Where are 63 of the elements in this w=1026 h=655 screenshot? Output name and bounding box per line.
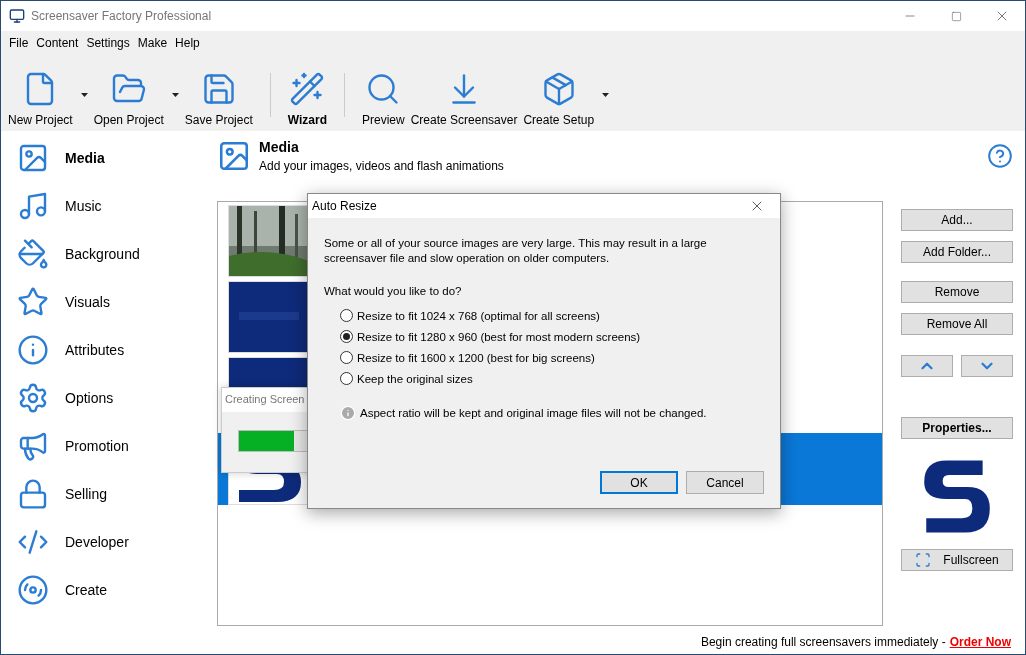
- menu-item[interactable]: Help: [171, 36, 204, 50]
- toolbar-button[interactable]: Open Project: [90, 71, 182, 127]
- caret-icon[interactable]: [80, 93, 88, 97]
- paint-bucket-icon: [17, 238, 49, 270]
- move-up-button[interactable]: [901, 355, 953, 377]
- megaphone-icon: [17, 430, 49, 462]
- radio-option[interactable]: Resize to fit 1600 x 1200 (best for big screens): [340, 351, 764, 364]
- app-icon: [9, 8, 25, 24]
- list-button[interactable]: Remove: [901, 281, 1013, 303]
- dialog-question: What would you like to do?: [324, 284, 463, 299]
- sidebar-item[interactable]: Create: [1, 573, 211, 607]
- dialog-title: Auto Resize: [312, 199, 378, 213]
- window-title: Screensaver Factory Professional: [31, 9, 213, 23]
- sidebar-item[interactable]: Selling: [1, 477, 211, 511]
- sidebar-item[interactable]: Developer: [1, 525, 211, 559]
- sidebar-item[interactable]: Music: [1, 189, 211, 223]
- disc-icon: [17, 574, 49, 606]
- sidebar-item[interactable]: Promotion: [1, 429, 211, 463]
- help-icon[interactable]: [987, 143, 1013, 169]
- dialog-button[interactable]: OK: [600, 471, 678, 494]
- sidebar-item[interactable]: Attributes: [1, 333, 211, 367]
- menu-item[interactable]: Content: [32, 36, 83, 50]
- menu-item[interactable]: Settings: [82, 36, 134, 50]
- caret-icon[interactable]: [171, 93, 179, 97]
- toolbar-button[interactable]: New Project: [5, 71, 91, 127]
- lock-icon: [17, 478, 49, 510]
- fullscreen-button[interactable]: Fullscreen: [901, 549, 1013, 571]
- sidebar-item[interactable]: Options: [1, 381, 211, 415]
- toolbar-button[interactable]: Save Project: [181, 71, 256, 127]
- dialog-message: Some or all of your source images are very large. This may result in a large screensaver file and slow operation on older computers.: [324, 236, 708, 266]
- menu-item[interactable]: Make: [133, 36, 172, 50]
- list-button[interactable]: Add Folder...: [901, 241, 1013, 263]
- toolbar-button[interactable]: Preview: [359, 71, 408, 127]
- move-down-button[interactable]: [961, 355, 1013, 377]
- info-icon: [340, 405, 356, 421]
- section-title: Media: [259, 139, 300, 155]
- properties-button[interactable]: Properties...: [901, 417, 1013, 439]
- toolbar-button[interactable]: Create Screensaver: [407, 71, 521, 127]
- radio-option[interactable]: Resize to fit 1024 x 768 (optimal for all screens): [340, 309, 764, 322]
- maximize-icon[interactable]: [950, 10, 962, 22]
- gear-icon: [17, 382, 49, 414]
- toolbar-button[interactable]: Wizard: [284, 71, 330, 127]
- fullscreen-icon[interactable]: [915, 552, 932, 568]
- sidebar-item[interactable]: Visuals: [1, 285, 211, 319]
- toolbar-button[interactable]: Create Setup: [520, 71, 613, 127]
- star-icon: [17, 286, 49, 318]
- menu-item[interactable]: File: [5, 36, 33, 50]
- sidebar-item[interactable]: Background: [1, 237, 211, 271]
- media-icon: [217, 139, 251, 173]
- sidebar-item[interactable]: Media: [1, 141, 211, 175]
- image-icon: [17, 142, 49, 174]
- section-subtitle: Add your images, videos and flash animations: [259, 159, 505, 173]
- status-text: Begin creating full screensavers immediately -: [700, 635, 946, 649]
- radio-option[interactable]: Keep the original sizes: [340, 372, 764, 385]
- info-icon: [17, 334, 49, 366]
- caret-icon[interactable]: [602, 93, 610, 97]
- magic-wand-icon: [289, 71, 326, 107]
- order-link[interactable]: Order Now: [949, 635, 1011, 649]
- dialog-button[interactable]: Cancel: [686, 471, 764, 494]
- list-button[interactable]: Add...: [901, 209, 1013, 231]
- list-button[interactable]: Remove All: [901, 313, 1013, 335]
- music-note-icon: [17, 190, 49, 222]
- radio-option[interactable]: Resize to fit 1280 x 960 (best for most modern screens): [340, 330, 764, 343]
